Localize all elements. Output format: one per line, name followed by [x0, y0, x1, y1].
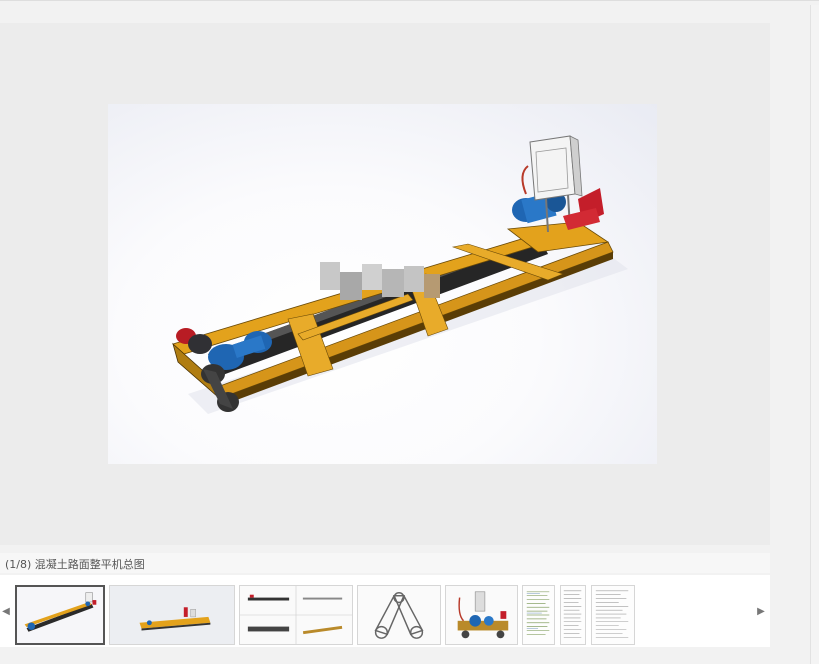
machine-drawing [172, 135, 628, 414]
caption-bar: (1/8) 混凝土路面整平机总图 [0, 553, 770, 573]
thumbnail-8-preview [592, 586, 634, 644]
next-thumbnails-button[interactable]: ▶ [755, 575, 767, 647]
thumbnail-2[interactable] [109, 585, 235, 645]
thumbnail-7[interactable] [560, 585, 586, 645]
scrollbar-track[interactable] [810, 5, 819, 664]
thumbnail-strip: ◀ ▶ [0, 575, 770, 647]
thumbnail-8[interactable] [591, 585, 635, 645]
thumbnail-6-preview [523, 586, 554, 644]
thumbnail-5[interactable] [445, 585, 518, 645]
thumbnail-3[interactable] [239, 585, 353, 645]
prev-thumbnails-button[interactable]: ◀ [0, 575, 12, 647]
thumbnail-4[interactable] [357, 585, 441, 645]
thumbnail-2-preview [110, 586, 234, 644]
chevron-right-icon: ▶ [757, 605, 765, 617]
thumbnail-4-preview [358, 586, 440, 644]
image-viewer-page: (1/8) 混凝土路面整平机总图 ◀ ▶ [0, 0, 819, 664]
image-stage [0, 23, 770, 545]
thumbnail-1-preview [17, 587, 103, 643]
chevron-left-icon: ◀ [2, 605, 10, 617]
image-caption: (1/8) 混凝土路面整平机总图 [5, 558, 145, 571]
thumbnail-5-preview [446, 586, 517, 644]
thumbnail-3-preview [240, 586, 352, 644]
thumbnail-7-preview [561, 586, 585, 644]
thumbnail-1[interactable] [15, 585, 105, 645]
thumbnail-6[interactable] [522, 585, 555, 645]
main-image[interactable] [108, 104, 657, 464]
